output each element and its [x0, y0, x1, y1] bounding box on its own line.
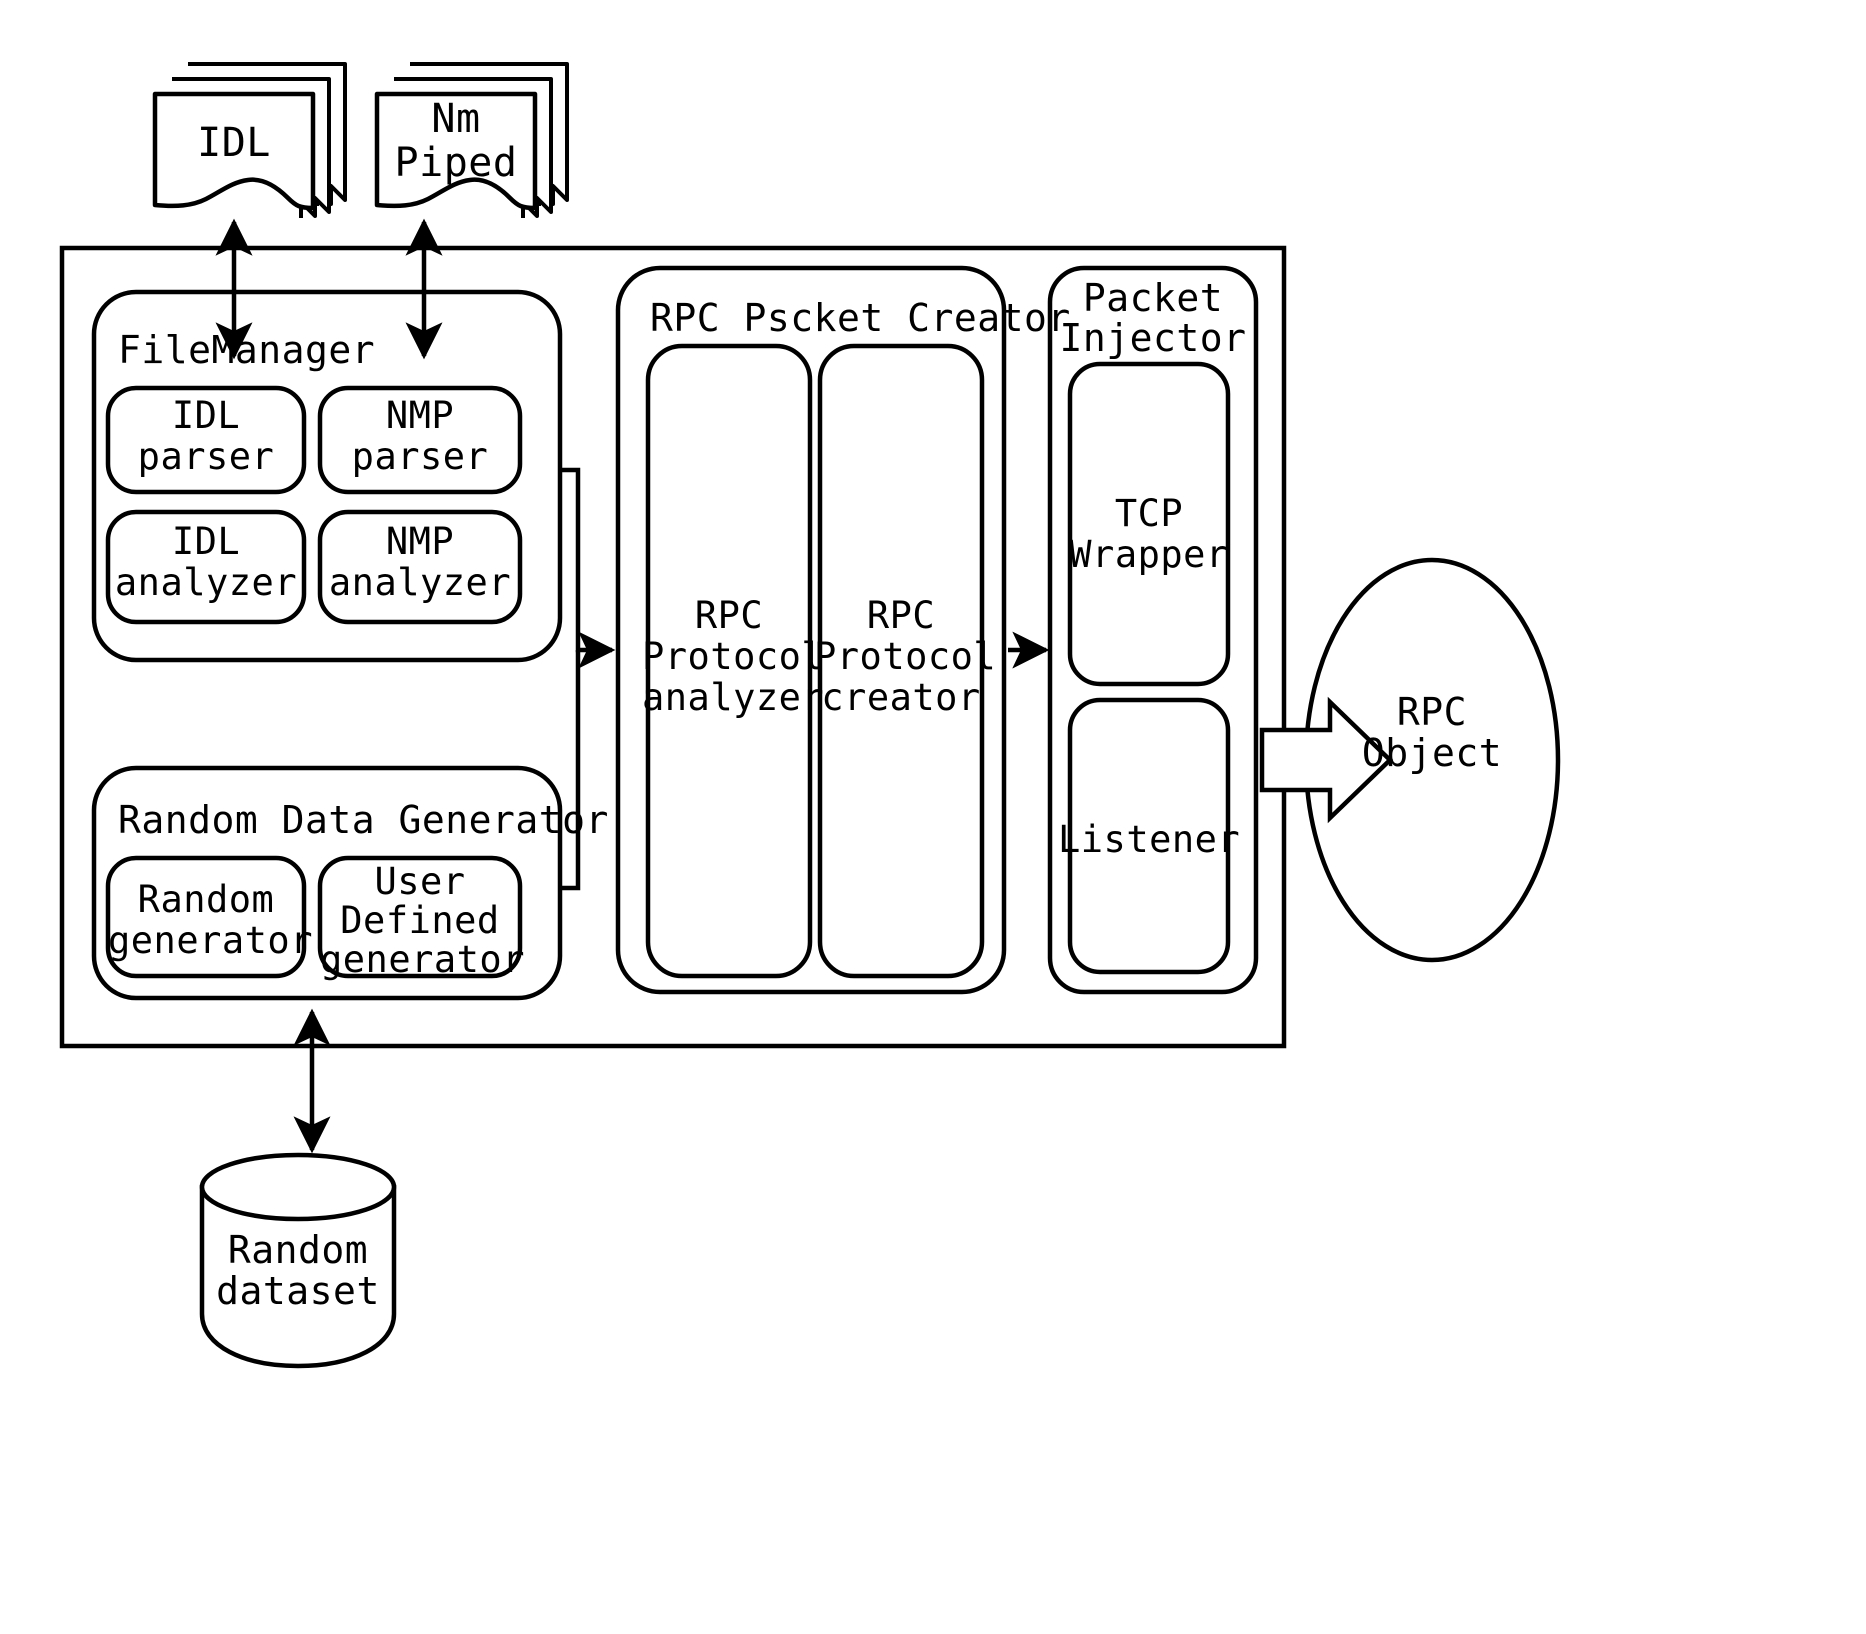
nmp-analyzer-label-line1: NMP — [385, 520, 455, 563]
rpc-protocol-analyzer-label-line2: Protocol — [642, 635, 825, 678]
connector-rdg-to-creator — [560, 650, 581, 891]
random-dataset-label-line2: dataset — [216, 1269, 380, 1313]
rpc-protocol-creator-label-line2: Protocol — [814, 635, 997, 678]
packet-injector-title-line1: Packet — [1082, 276, 1224, 320]
random-generator-label-line1: Random — [137, 878, 275, 921]
tcp-wrapper-label-line1: TCP — [1114, 492, 1184, 535]
rpc-packet-creator-title: RPC Pscket Creator — [650, 296, 1071, 340]
random-generator-label-line2: generator — [108, 919, 313, 962]
nmpiped-document-label-line2: Piped — [394, 140, 518, 186]
idl-parser-label-line1: IDL — [171, 394, 241, 437]
user-defined-generator-label-line2: Defined — [340, 899, 500, 942]
user-defined-generator-label-line1: User — [374, 860, 466, 903]
rpc-protocol-creator-label-line1: RPC — [866, 594, 936, 637]
idl-document-label: IDL — [197, 120, 271, 166]
rpc-protocol-creator-label-line3: creator — [821, 676, 981, 719]
idl-analyzer-label-line1: IDL — [171, 520, 241, 563]
nmp-analyzer-label-line2: analyzer — [328, 561, 512, 604]
idl-analyzer-label-line2: analyzer — [114, 561, 298, 604]
random-data-generator-title: Random Data Generator — [118, 798, 609, 842]
listener-label: Listener — [1058, 818, 1241, 861]
rpc-object-label-line1: RPC — [1396, 690, 1468, 734]
nmp-parser-label-line2: parser — [351, 435, 489, 478]
random-dataset-label-line1: Random — [227, 1228, 369, 1272]
tcp-wrapper-label-line2: Wrapper — [1069, 533, 1229, 576]
rpc-protocol-analyzer-label-line1: RPC — [694, 594, 764, 637]
connector-filemanager-to-creator — [560, 467, 616, 669]
idl-parser-label-line2: parser — [137, 435, 275, 478]
rpc-object-label-line2: Object — [1361, 731, 1503, 775]
nmpiped-document-label-line1: Nm — [431, 96, 481, 142]
diagram-canvas: IDL Nm Piped FileManager IDL parser NMP … — [0, 0, 1866, 1634]
file-manager-title: FileManager — [118, 328, 376, 372]
packet-injector-title-line2: Injector — [1059, 316, 1247, 360]
nmp-parser-label-line1: NMP — [385, 394, 455, 437]
user-defined-generator-label-line3: generator — [320, 938, 525, 981]
rpc-protocol-analyzer-label-line3: analyzer — [642, 676, 825, 719]
